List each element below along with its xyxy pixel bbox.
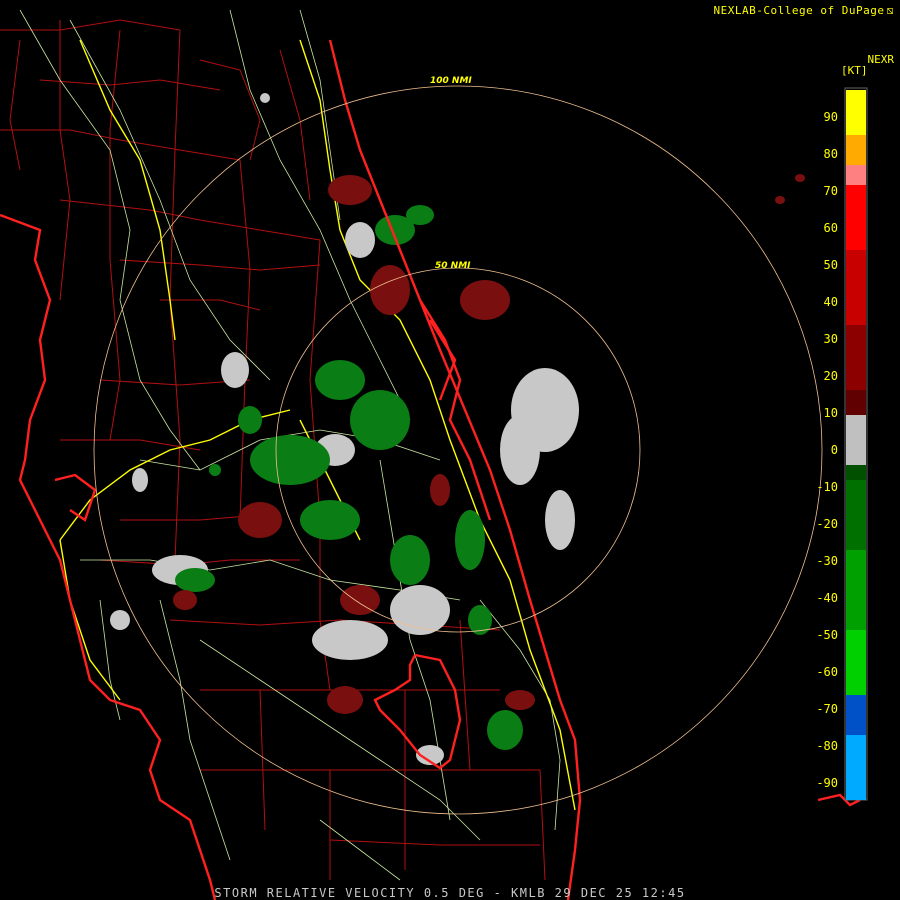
legend-tick-label: -90	[816, 776, 838, 790]
credit-label: NEXLAB-College of DuPage ⧅	[713, 4, 894, 17]
legend-tick-label: 40	[823, 295, 838, 309]
legend-tick-label: 30	[823, 332, 838, 346]
unit-label: [KT]	[841, 64, 868, 77]
legend-tick-label: 70	[823, 184, 838, 198]
legend-tick-label: 60	[823, 221, 838, 235]
legend-tick-label: -50	[816, 628, 838, 642]
ring-label-50: 50 NMI	[435, 261, 471, 271]
product-label: NEXR	[867, 53, 895, 66]
legend-tick-label: 80	[823, 147, 838, 161]
legend-tick-label: -70	[816, 702, 838, 716]
footer-caption: STORM RELATIVE VELOCITY 0.5 DEG - KMLB 2…	[214, 886, 686, 900]
image-icon: ⧅	[886, 4, 894, 17]
legend-tick-label: -20	[816, 517, 838, 531]
velocity-legend-bar	[844, 87, 868, 801]
legend-tick-label: 0	[830, 443, 838, 457]
legend-tick-label: -60	[816, 665, 838, 679]
legend-tick-label: -40	[816, 591, 838, 605]
ring-label-100: 100 NMI	[430, 76, 472, 86]
legend-tick-label: 10	[823, 406, 838, 420]
legend-tick-label: -80	[816, 739, 838, 753]
radar-map	[0, 0, 900, 900]
legend-tick-label: 90	[823, 110, 838, 124]
legend-tick-label: -10	[816, 480, 838, 494]
legend-tick-label: 20	[823, 369, 838, 383]
legend-tick-label: 50	[823, 258, 838, 272]
legend-tick-label: -30	[816, 554, 838, 568]
